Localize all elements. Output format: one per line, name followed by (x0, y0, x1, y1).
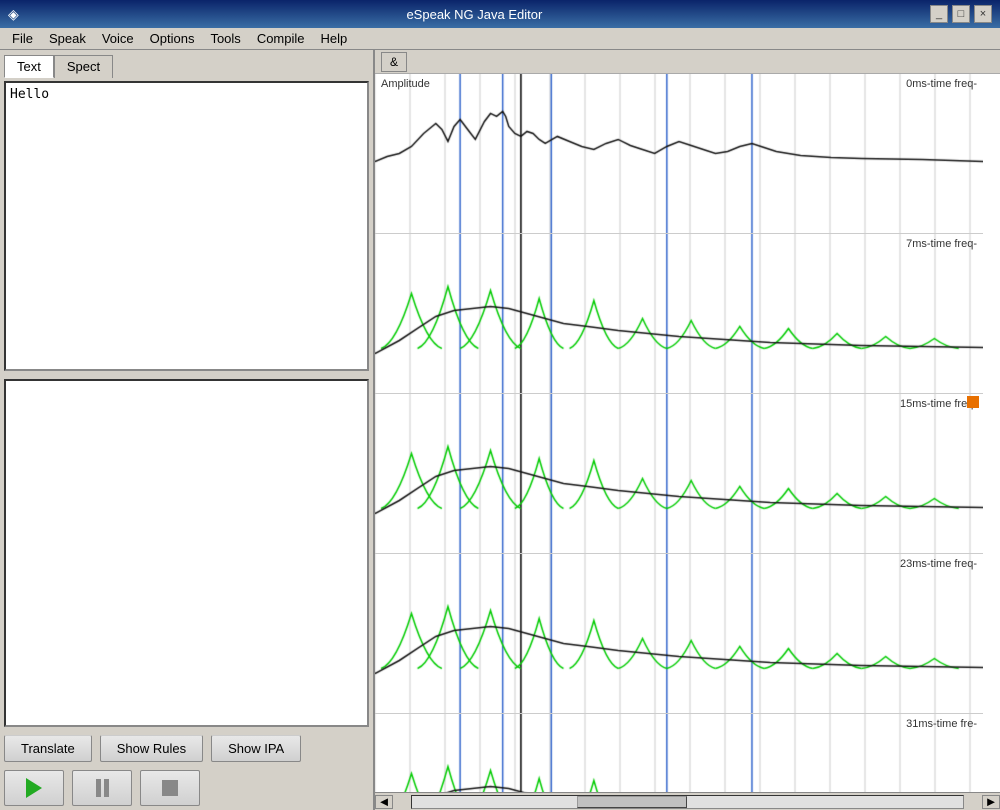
minimize-button[interactable]: _ (930, 5, 948, 23)
menu-options[interactable]: Options (142, 29, 203, 48)
menu-voice[interactable]: Voice (94, 29, 142, 48)
tab-text[interactable]: Text (4, 55, 54, 78)
menu-speak[interactable]: Speak (41, 29, 94, 48)
menu-bar: File Speak Voice Options Tools Compile H… (0, 28, 1000, 50)
scrollbar-thumb[interactable] (577, 796, 687, 808)
scrollbar-track[interactable] (411, 795, 964, 809)
playback-controls (4, 770, 369, 806)
spect-panel-4: 31ms-time fre- (375, 714, 983, 792)
menu-file[interactable]: File (4, 29, 41, 48)
spect-panel-2: 15ms-time freq- (375, 394, 983, 554)
spect-panel-1: 7ms-time freq- (375, 234, 983, 394)
spect-panel-3: 23ms-time freq- (375, 554, 983, 714)
play-button[interactable] (4, 770, 64, 806)
spect-canvas-1 (375, 234, 983, 393)
tab-row: Text Spect (4, 54, 369, 77)
right-panel: & Amplitude 0ms-time freq- 7ms-time freq… (375, 50, 1000, 810)
orange-marker (967, 396, 979, 408)
spect-container[interactable]: Amplitude 0ms-time freq- 7ms-time freq- … (375, 74, 1000, 792)
time-label-1: 7ms-time freq- (906, 238, 977, 250)
menu-tools[interactable]: Tools (202, 29, 248, 48)
action-buttons: Translate Show Rules Show IPA (4, 735, 369, 762)
time-label-2: 15ms-time freq- (900, 398, 977, 410)
spect-tab[interactable]: & (381, 52, 407, 72)
title-icon: ◈ (8, 6, 19, 23)
scroll-left-button[interactable]: ◄ (375, 795, 393, 809)
time-label-3: 23ms-time freq- (900, 558, 977, 570)
stop-button[interactable] (140, 770, 200, 806)
pause-icon (96, 779, 109, 797)
translate-button[interactable]: Translate (4, 735, 92, 762)
window-controls: _ □ × (930, 5, 992, 23)
time-label-4: 31ms-time fre- (906, 718, 977, 730)
spect-canvas-0 (375, 74, 983, 233)
window-title: eSpeak NG Java Editor (19, 7, 930, 22)
text-input[interactable]: Hello (4, 81, 369, 371)
spect-canvas-2 (375, 394, 983, 553)
phoneme-display (4, 379, 369, 727)
left-panel: Text Spect Hello Translate Show Rules Sh… (0, 50, 375, 810)
stop-icon (162, 780, 178, 796)
amplitude-label: Amplitude (381, 78, 430, 90)
spect-header: & (375, 50, 1000, 74)
play-icon (26, 778, 42, 798)
spect-panel-0: Amplitude 0ms-time freq- (375, 74, 983, 234)
menu-compile[interactable]: Compile (249, 29, 313, 48)
maximize-button[interactable]: □ (952, 5, 970, 23)
close-button[interactable]: × (974, 5, 992, 23)
main-container: Text Spect Hello Translate Show Rules Sh… (0, 50, 1000, 810)
spect-canvas-3 (375, 554, 983, 713)
title-bar: ◈ eSpeak NG Java Editor _ □ × (0, 0, 1000, 28)
spect-canvas-4 (375, 714, 983, 792)
menu-help[interactable]: Help (313, 29, 356, 48)
show-rules-button[interactable]: Show Rules (100, 735, 203, 762)
scroll-right-button[interactable]: ► (982, 795, 1000, 809)
show-ipa-button[interactable]: Show IPA (211, 735, 301, 762)
horizontal-scrollbar[interactable]: ◄ ► (375, 792, 1000, 810)
tab-spect[interactable]: Spect (54, 55, 113, 78)
time-label-0: 0ms-time freq- (906, 78, 977, 90)
pause-button[interactable] (72, 770, 132, 806)
